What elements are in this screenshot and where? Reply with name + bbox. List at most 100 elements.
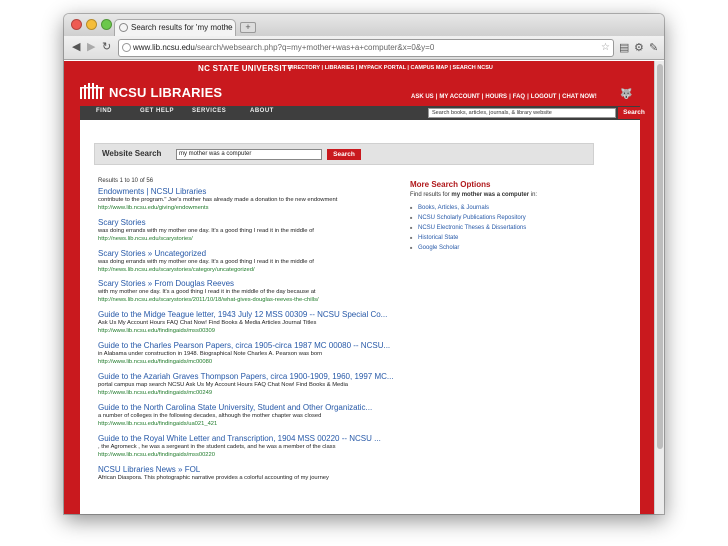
result-snippet: contribute to the program." Joe's mother… xyxy=(98,197,338,203)
page-icon xyxy=(122,43,131,52)
reload-icon[interactable]: ↻ xyxy=(102,41,111,54)
util-logout[interactable]: LOGOUT xyxy=(531,94,557,100)
result-title-link[interactable]: Guide to the North Carolina State Univer… xyxy=(98,403,408,413)
search-result: NCSU Libraries News » FOL African Diaspo… xyxy=(98,465,408,483)
more-desc-suffix: in: xyxy=(529,192,538,198)
url-path: /search/websearch.php?q=my+mother+was+a+… xyxy=(194,43,435,52)
util-chat-now[interactable]: CHAT NOW! xyxy=(562,94,597,100)
result-snippet: , the Agromeck , he was a sergeant in th… xyxy=(98,444,336,450)
result-snippet: was doing errands with my mother one day… xyxy=(98,259,314,265)
globe-icon xyxy=(119,23,128,32)
minimize-window-button[interactable] xyxy=(86,19,97,30)
more-desc-query: my mother was a computer xyxy=(451,192,530,198)
result-title-link[interactable]: NCSU Libraries News » FOL xyxy=(98,465,408,475)
tab-title: Search results for 'my mothe xyxy=(131,23,233,32)
site-search-button[interactable]: Search xyxy=(618,107,650,119)
wolf-mascot-icon: 🐺 xyxy=(620,89,633,100)
nav-get-help[interactable]: GET HELP xyxy=(140,108,174,114)
right-red-gutter xyxy=(640,118,654,514)
back-arrow-icon[interactable]: ◀ xyxy=(72,41,80,54)
result-snippet: was doing errands with my mother one day… xyxy=(98,228,314,234)
search-result: Guide to the North Carolina State Univer… xyxy=(98,403,408,428)
result-title-link[interactable]: Scary Stories » Uncategorized xyxy=(98,249,408,259)
result-url[interactable]: http://www.lib.ncsu.edu/findingaids/mss0… xyxy=(98,452,408,460)
search-result: Scary Stories was doing errands with my … xyxy=(98,218,408,243)
nav-about[interactable]: ABOUT xyxy=(250,108,274,114)
page-viewport: NC STATE UNIVERSITY DIRECTORY | LIBRARIE… xyxy=(64,61,664,514)
more-options-description: Find results for my mother was a compute… xyxy=(410,191,590,199)
option-google-scholar[interactable]: Google Scholar xyxy=(410,243,590,253)
website-search-button[interactable]: Search xyxy=(327,149,361,160)
bookmark-star-icon[interactable]: ☆ xyxy=(601,40,610,56)
util-my-account[interactable]: MY ACCOUNT xyxy=(439,94,479,100)
option-historical-state[interactable]: Historical State xyxy=(410,233,590,243)
website-search-panel: Website Search my mother was a computer … xyxy=(94,143,594,165)
close-tab-icon[interactable]: × xyxy=(226,20,231,35)
scrollbar-thumb[interactable] xyxy=(657,64,663,449)
university-links[interactable]: DIRECTORY | LIBRARIES | MYPACK PORTAL | … xyxy=(288,65,493,71)
result-url[interactable]: http://www.lib.ncsu.edu/findingaids/mc00… xyxy=(98,390,408,398)
result-title-link[interactable]: Scary Stories » From Douglas Reeves xyxy=(98,279,408,289)
more-options-list: Books, Articles, & Journals NCSU Scholar… xyxy=(410,203,590,253)
nav-find[interactable]: FIND xyxy=(96,108,112,114)
result-snippet: Ask Us My Account Hours FAQ Chat Now! Fi… xyxy=(98,320,317,326)
result-snippet: with my mother one day. It's a good thin… xyxy=(98,289,316,295)
result-title-link[interactable]: Guide to the Royal White Letter and Tran… xyxy=(98,434,408,444)
option-books-articles-journals[interactable]: Books, Articles, & Journals xyxy=(410,203,590,213)
left-red-gutter xyxy=(64,118,80,514)
result-snippet: a number of colleges in the following de… xyxy=(98,413,322,419)
site-logo-text[interactable]: NCSU LIBRARIES xyxy=(109,85,222,100)
browser-tab[interactable]: Search results for 'my mothe × xyxy=(114,19,236,36)
result-url[interactable]: http://www.lib.ncsu.edu/giving/endowment… xyxy=(98,205,408,213)
libraries-logo-icon xyxy=(80,83,104,99)
result-title-link[interactable]: Guide to the Azariah Graves Thompson Pap… xyxy=(98,372,408,382)
wrench-icon[interactable]: ✎ xyxy=(649,41,658,54)
search-result: Scary Stories » Uncategorized was doing … xyxy=(98,249,408,274)
more-desc-prefix: Find results for xyxy=(410,192,452,198)
result-url[interactable]: http://news.lib.ncsu.edu/scarystories/ca… xyxy=(98,267,408,275)
page-menu-icon[interactable]: ▤ xyxy=(619,41,629,54)
result-url[interactable]: http://news.lib.ncsu.edu/scarystories/ xyxy=(98,236,408,244)
zoom-window-button[interactable] xyxy=(101,19,112,30)
vertical-scrollbar[interactable] xyxy=(654,61,664,514)
university-name[interactable]: NC STATE UNIVERSITY xyxy=(198,64,293,73)
browser-toolbar: ◀ ▶ ↻ www.lib.ncsu.edu/search/websearch.… xyxy=(64,36,664,60)
search-result: Guide to the Midge Teague letter, 1943 J… xyxy=(98,310,408,335)
search-result: Endowments | NCSU Libraries contribute t… xyxy=(98,187,408,212)
website-search-label: Website Search xyxy=(102,149,162,158)
result-title-link[interactable]: Endowments | NCSU Libraries xyxy=(98,187,408,197)
gear-icon[interactable]: ⚙ xyxy=(634,41,644,54)
result-url[interactable]: http://www.lib.ncsu.edu/findingaids/mc00… xyxy=(98,359,408,367)
result-url[interactable]: http://www.lib.ncsu.edu/findingaids/ua02… xyxy=(98,421,408,429)
new-tab-button[interactable]: + xyxy=(240,22,256,33)
util-ask-us[interactable]: ASK US xyxy=(411,94,434,100)
close-window-button[interactable] xyxy=(71,19,82,30)
search-result: Scary Stories » From Douglas Reeves with… xyxy=(98,279,408,304)
main-navigation: FIND GET HELP SERVICES ABOUT Search book… xyxy=(80,106,650,120)
util-hours[interactable]: HOURS xyxy=(485,94,507,100)
utility-links: ASK US | MY ACCOUNT | HOURS | FAQ | LOGOUT | CHAT … xyxy=(411,94,597,100)
main-content: Website Search my mother was a computer … xyxy=(80,120,640,514)
result-title-link[interactable]: Guide to the Charles Pearson Papers, cir… xyxy=(98,341,408,351)
option-scholarly-repository[interactable]: NCSU Scholarly Publications Repository xyxy=(410,213,590,223)
result-title-link[interactable]: Scary Stories xyxy=(98,218,408,228)
result-snippet: African Diaspora. This photographic narr… xyxy=(98,475,329,481)
option-theses-dissertations[interactable]: NCSU Electronic Theses & Dissertations xyxy=(410,223,590,233)
more-search-options: More Search Options Find results for my … xyxy=(410,180,590,253)
address-bar[interactable]: www.lib.ncsu.edu/search/websearch.php?q=… xyxy=(118,39,614,57)
browser-window: Search results for 'my mothe × + ◀ ▶ ↻ w… xyxy=(64,14,664,514)
result-url[interactable]: http://news.lib.ncsu.edu/scarystories/20… xyxy=(98,297,408,305)
results-count: Results 1 to 10 of 56 xyxy=(98,178,154,184)
result-title-link[interactable]: Guide to the Midge Teague letter, 1943 J… xyxy=(98,310,408,320)
site-search-input[interactable]: Search books, articles, journals, & libr… xyxy=(428,108,616,118)
result-url[interactable]: http://www.lib.ncsu.edu/findingaids/mss0… xyxy=(98,328,408,336)
search-result: Guide to the Azariah Graves Thompson Pap… xyxy=(98,372,408,397)
util-faq[interactable]: FAQ xyxy=(513,94,525,100)
forward-arrow-icon[interactable]: ▶ xyxy=(87,41,95,54)
website-search-input[interactable]: my mother was a computer xyxy=(176,149,322,160)
window-controls xyxy=(71,19,112,30)
nav-services[interactable]: SERVICES xyxy=(192,108,226,114)
search-result: Guide to the Charles Pearson Papers, cir… xyxy=(98,341,408,366)
more-options-heading: More Search Options xyxy=(410,180,491,189)
result-snippet: in Alabama under construction in 1948. B… xyxy=(98,351,323,357)
